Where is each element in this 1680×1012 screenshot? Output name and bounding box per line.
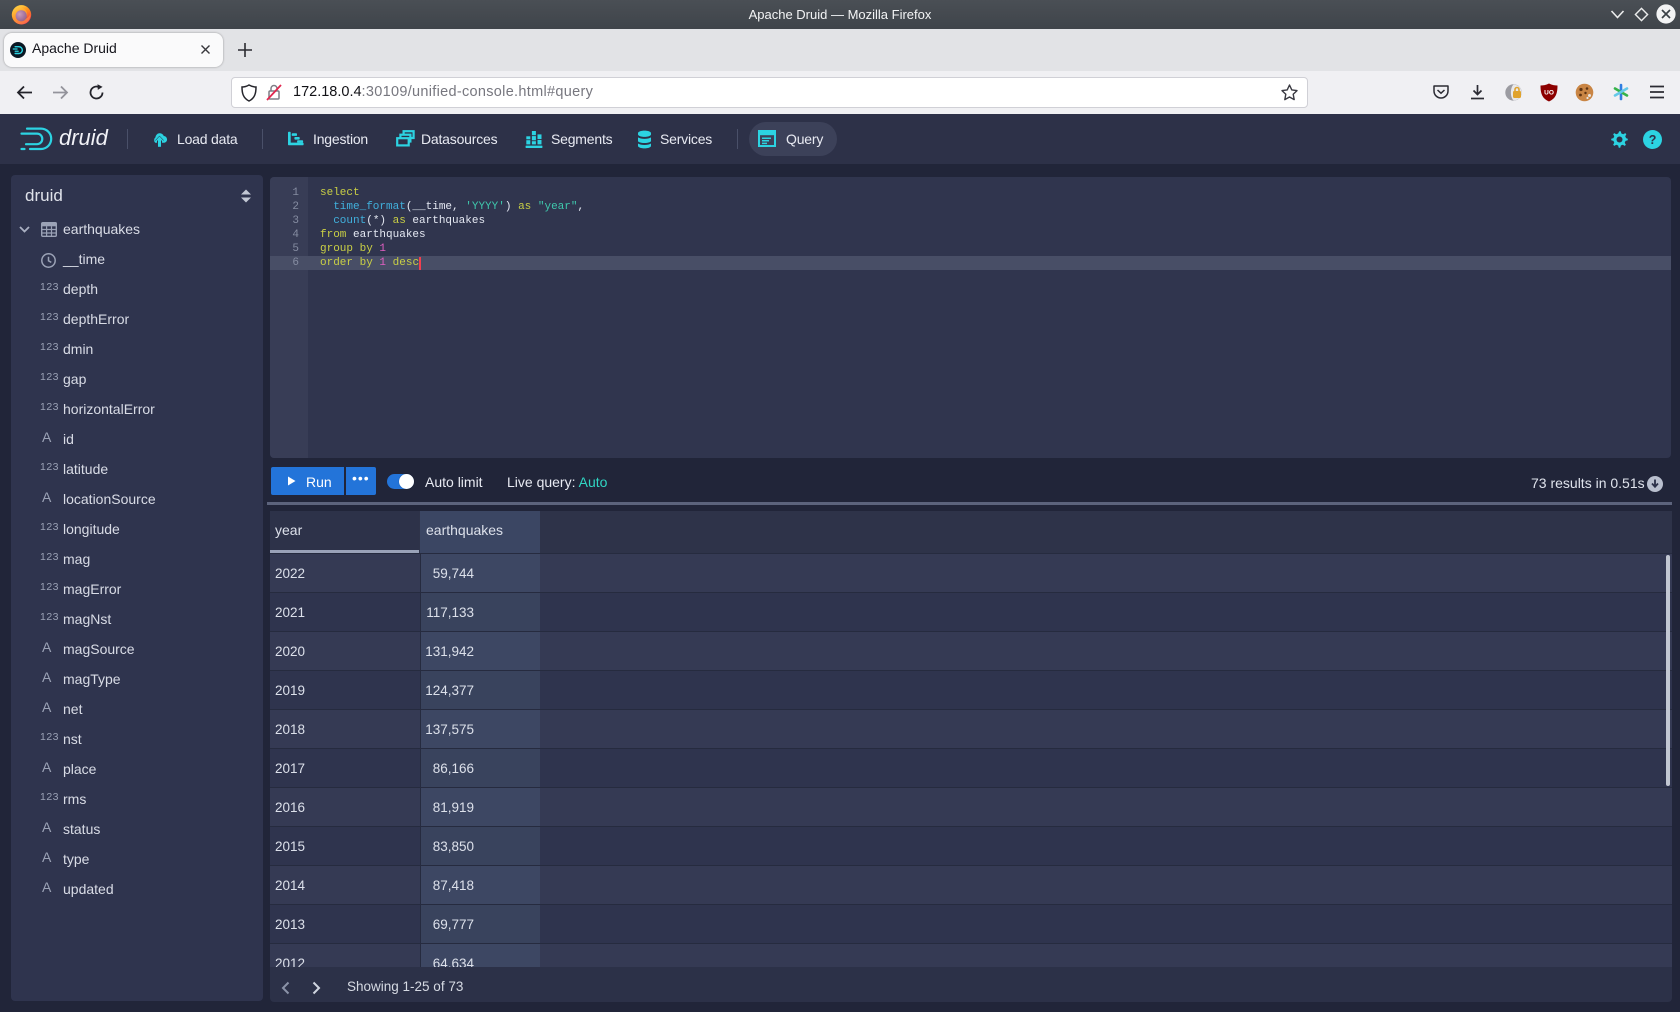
svg-text:?: ?: [1649, 133, 1656, 147]
svg-text:UO: UO: [1544, 90, 1554, 97]
